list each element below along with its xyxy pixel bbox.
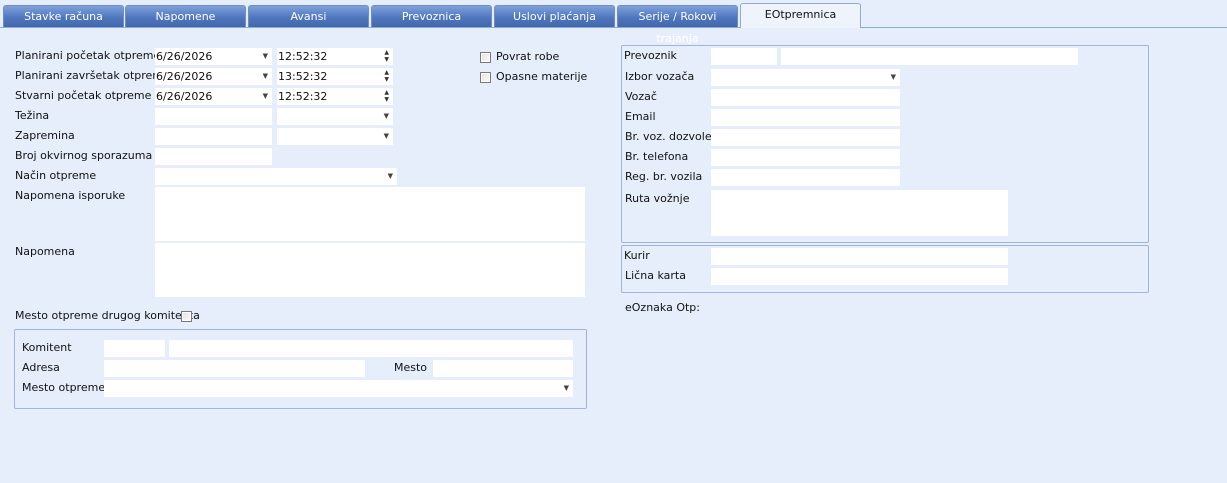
tab-prevoznica[interactable]: Prevoznica xyxy=(371,5,492,27)
weight-input[interactable] xyxy=(155,108,272,125)
dropdown-arrow-icon[interactable]: ▼ xyxy=(384,128,389,145)
volume-label: Zapremina xyxy=(15,129,75,142)
carrier-label: Prevoznik xyxy=(624,49,677,62)
actual-start-date[interactable]: 6/26/2026 ▼ xyxy=(155,88,272,105)
shipping-place-label: Mesto otpreme xyxy=(22,381,106,394)
planned-start-time-value: 12:52:32 xyxy=(278,50,328,63)
planned-end-date[interactable]: 6/26/2026 ▼ xyxy=(155,68,272,85)
route-memo[interactable] xyxy=(711,190,1008,236)
id-card-input[interactable] xyxy=(711,268,1008,285)
planned-end-date-value: 6/26/2026 xyxy=(156,70,213,83)
dropdown-arrow-icon[interactable]: ▼ xyxy=(891,69,896,86)
dropdown-arrow-icon[interactable]: ▼ xyxy=(263,48,268,65)
carrier-name-input[interactable] xyxy=(781,48,1078,65)
spinner-icon[interactable]: ▲ ▼ xyxy=(384,69,389,83)
tab-uslovi-placanja[interactable]: Uslovi plaćanja xyxy=(494,5,615,27)
client-label: Komitent xyxy=(22,341,72,354)
dropdown-arrow-icon[interactable]: ▼ xyxy=(263,68,268,85)
place-label: Mesto xyxy=(394,361,428,374)
client-code-input[interactable] xyxy=(104,340,165,357)
email-input[interactable] xyxy=(711,109,900,126)
dropdown-arrow-icon[interactable]: ▼ xyxy=(564,380,569,397)
dropdown-arrow-icon[interactable]: ▼ xyxy=(388,168,393,185)
carrier-code-input[interactable] xyxy=(711,48,777,65)
planned-start-date-value: 6/26/2026 xyxy=(156,50,213,63)
volume-unit-select[interactable]: ▼ xyxy=(277,128,393,145)
tab-serije-rokovi[interactable]: Serije / Rokovi trajanja xyxy=(617,5,738,45)
tab-eotpremnica[interactable]: EOtpremnica xyxy=(740,3,861,28)
phone-label: Br. telefona xyxy=(625,150,689,163)
eoznaka-label: eOznaka Otp: xyxy=(625,301,700,314)
address-input[interactable] xyxy=(104,360,365,377)
address-label: Adresa xyxy=(22,361,60,374)
weight-unit-select[interactable]: ▼ xyxy=(277,108,393,125)
plate-label: Reg. br. vozila xyxy=(625,170,703,183)
dropdown-arrow-icon[interactable]: ▼ xyxy=(384,108,389,125)
id-card-label: Lična karta xyxy=(625,269,686,282)
driver-select-label: Izbor vozača xyxy=(625,70,695,83)
framework-agreement-input[interactable] xyxy=(155,148,272,165)
return-goods-checkbox[interactable] xyxy=(480,52,491,63)
driver-input[interactable] xyxy=(711,89,900,106)
other-client-location-label: Mesto otpreme drugog komitenta xyxy=(15,309,200,322)
shipping-method-label: Način otpreme xyxy=(15,169,97,182)
tab-stavke-racuna[interactable]: Stavke računa xyxy=(3,5,124,27)
weight-label: Težina xyxy=(15,109,50,122)
planned-end-time[interactable]: 13:52:32 ▲ ▼ xyxy=(277,68,393,85)
client-name-input[interactable] xyxy=(169,340,573,357)
planned-end-label: Planirani završetak otpreme xyxy=(15,69,170,82)
return-goods-label: Povrat robe xyxy=(496,50,560,63)
note-label: Napomena xyxy=(15,245,75,258)
planned-start-time[interactable]: 12:52:32 ▲ ▼ xyxy=(277,48,393,65)
dropdown-arrow-icon[interactable]: ▼ xyxy=(263,88,268,105)
planned-start-date[interactable]: 6/26/2026 ▼ xyxy=(155,48,272,65)
driver-label: Vozač xyxy=(625,90,657,103)
other-client-location-checkbox[interactable] xyxy=(181,311,192,322)
phone-input[interactable] xyxy=(711,149,900,166)
planned-start-label: Planirani početak otpreme xyxy=(15,49,161,62)
permit-label: Br. voz. dozvole xyxy=(625,130,712,143)
hazardous-label: Opasne materije xyxy=(496,70,588,83)
spinner-icon[interactable]: ▲ ▼ xyxy=(384,49,389,63)
tab-bar: Stavke računa Napomene Avansi Prevoznica… xyxy=(0,0,1227,45)
place-input[interactable] xyxy=(433,360,573,377)
hazardous-checkbox[interactable] xyxy=(480,72,491,83)
tab-avansi[interactable]: Avansi xyxy=(248,5,369,27)
courier-label: Kurir xyxy=(624,249,650,262)
courier-input[interactable] xyxy=(711,248,1008,265)
shipping-method-select[interactable]: ▼ xyxy=(155,168,397,185)
actual-start-time-value: 12:52:32 xyxy=(278,90,328,103)
shipping-place-select[interactable]: ▼ xyxy=(104,380,573,397)
actual-start-date-value: 6/26/2026 xyxy=(156,90,213,103)
email-label: Email xyxy=(625,110,656,123)
delivery-note-label: Napomena isporuke xyxy=(15,189,126,202)
route-label: Ruta vožnje xyxy=(625,192,690,205)
planned-end-time-value: 13:52:32 xyxy=(278,70,328,83)
actual-start-label: Stvarni početak otpreme xyxy=(15,89,152,102)
framework-agreement-label: Broj okvirnog sporazuma xyxy=(15,149,153,162)
spinner-icon[interactable]: ▲ ▼ xyxy=(384,89,389,103)
actual-start-time[interactable]: 12:52:32 ▲ ▼ xyxy=(277,88,393,105)
note-memo[interactable] xyxy=(155,243,585,297)
driver-select[interactable]: ▼ xyxy=(711,69,900,86)
plate-input[interactable] xyxy=(711,169,900,186)
volume-input[interactable] xyxy=(155,128,272,145)
delivery-note-memo[interactable] xyxy=(155,187,585,241)
tab-napomene[interactable]: Napomene xyxy=(125,5,246,27)
permit-input[interactable] xyxy=(711,129,900,146)
